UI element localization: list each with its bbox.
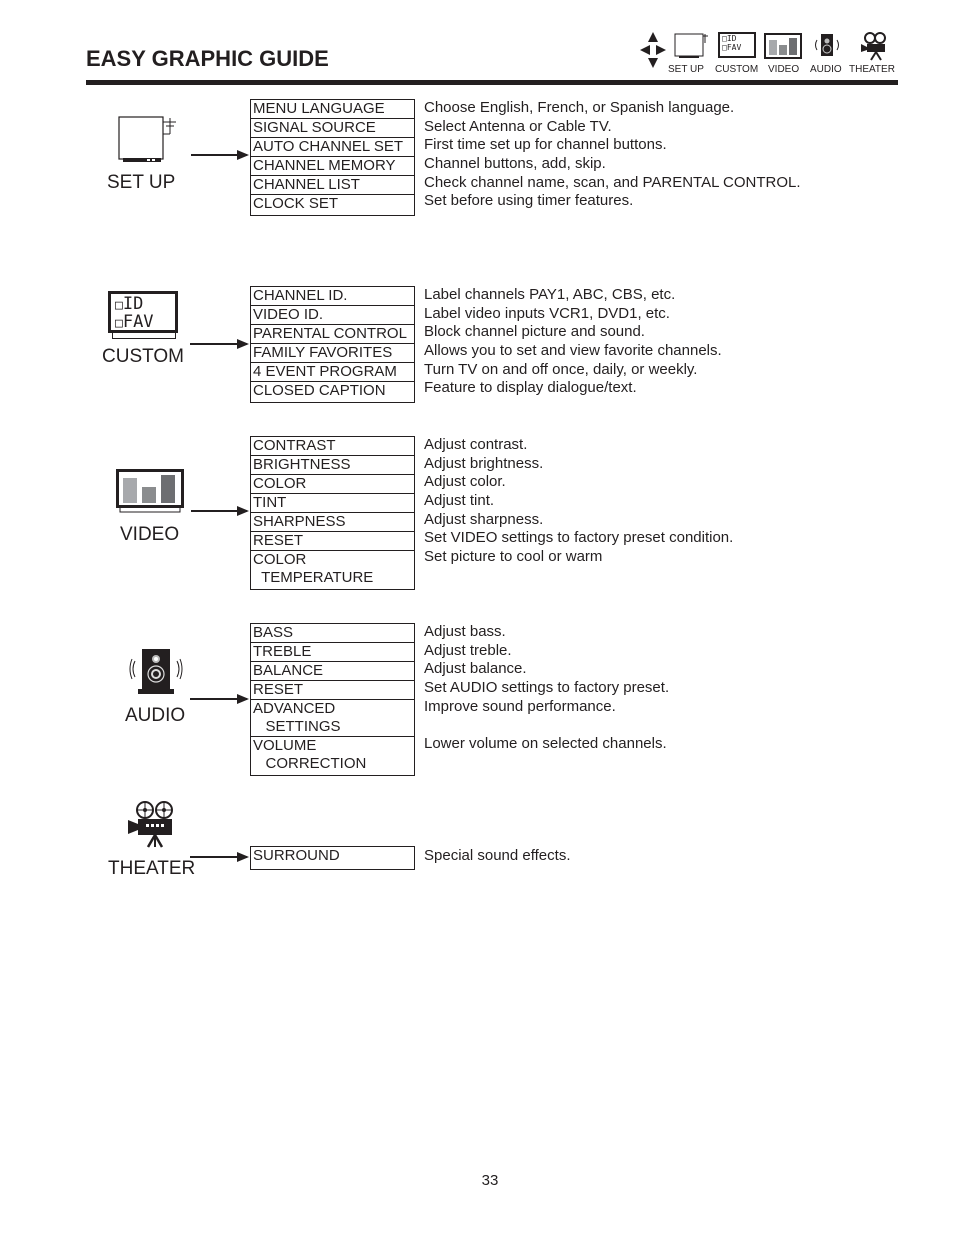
menu-item[interactable]: FAMILY FAVORITES xyxy=(251,343,414,362)
menu-item[interactable]: COLOR xyxy=(251,474,414,493)
item-description: Choose English, French, or Spanish langu… xyxy=(424,99,735,116)
item-description: Set VIDEO settings to factory preset con… xyxy=(424,529,734,547)
nav-label-video: VIDEO xyxy=(768,64,800,75)
item-description: Set AUDIO settings to factory preset. xyxy=(424,679,670,697)
nav-label-audio: AUDIO xyxy=(810,64,842,75)
desc-custom: Label channels PAY1, ABC, CBS, etc. Labe… xyxy=(424,286,722,398)
menu-theater: SURROUND xyxy=(250,846,415,870)
item-description: Adjust color. xyxy=(424,473,506,491)
menu-item[interactable]: BALANCE xyxy=(251,661,414,680)
item-description: Channel buttons, add, skip. xyxy=(424,155,606,173)
menu-item[interactable]: AUTO CHANNEL SET xyxy=(251,137,414,156)
arrow-custom xyxy=(190,339,249,349)
item-description: First time set up for channel buttons. xyxy=(424,136,667,154)
page-title: EASY GRAPHIC GUIDE xyxy=(86,46,329,71)
item-description: Adjust tint. xyxy=(424,492,495,510)
item-description: Lower volume on selected channels. xyxy=(424,735,667,753)
menu-custom: CHANNEL ID. VIDEO ID. PARENTAL CONTROL F… xyxy=(250,286,415,403)
menu-video: CONTRAST BRIGHTNESS COLOR TINT SHARPNESS… xyxy=(250,436,415,590)
icon-id-text: ID xyxy=(122,294,144,314)
menu-item[interactable]: SIGNAL SOURCE xyxy=(251,118,414,137)
menu-item[interactable]: MENU LANGUAGE xyxy=(251,99,414,118)
item-description: Turn TV on and off once, daily, or weekl… xyxy=(424,360,698,378)
menu-item[interactable]: TREBLE xyxy=(251,642,414,661)
title-rule xyxy=(86,80,898,85)
setup-tv-icon xyxy=(674,33,708,58)
item-description: Allows you to set and view favorite chan… xyxy=(424,342,722,360)
menu-item[interactable]: CHANNEL ID. xyxy=(251,286,414,305)
item-description: Set picture to cool or warm xyxy=(424,548,603,566)
nav-label-setup: SET UP xyxy=(668,64,704,75)
video-bars-icon xyxy=(764,33,802,59)
item-description: Adjust treble. xyxy=(424,641,512,659)
arrow-video xyxy=(191,506,249,516)
navigation-arrows-icon xyxy=(640,32,666,68)
setup-tv-icon xyxy=(118,116,176,162)
arrow-audio xyxy=(190,694,249,704)
item-description: Adjust bass. xyxy=(424,623,506,640)
menu-setup: MENU LANGUAGE SIGNAL SOURCE AUTO CHANNEL… xyxy=(250,99,415,216)
item-description: Select Antenna or Cable TV. xyxy=(424,117,612,135)
item-description: Check channel name, scan, and PARENTAL C… xyxy=(424,173,801,191)
section-label-custom: CUSTOM xyxy=(102,346,184,367)
desc-theater: Special sound effects. xyxy=(424,847,570,866)
item-description: Adjust balance. xyxy=(424,660,527,678)
menu-item[interactable]: VOLUME CORRECTION xyxy=(251,736,414,775)
desc-audio: Adjust bass. Adjust treble. Adjust balan… xyxy=(424,623,669,754)
menu-item[interactable]: CHANNEL LIST xyxy=(251,175,414,194)
custom-id-fav-icon: □ID □FAV xyxy=(108,291,178,333)
custom-id-fav-icon: □ID □FAV xyxy=(718,32,756,58)
arrow-theater xyxy=(190,852,249,862)
audio-speaker-icon xyxy=(129,649,183,694)
menu-item[interactable]: RESET xyxy=(251,531,414,550)
menu-item[interactable]: RESET xyxy=(251,680,414,699)
theater-camera-icon xyxy=(861,32,886,61)
item-description: Adjust brightness. xyxy=(424,454,544,472)
video-bars-icon xyxy=(116,469,184,513)
menu-item[interactable]: VIDEO ID. xyxy=(251,305,414,324)
item-description: Feature to display dialogue/text. xyxy=(424,379,637,397)
menu-item[interactable]: ADVANCED SETTINGS xyxy=(251,699,414,736)
icon-fav-text: FAV xyxy=(122,312,154,332)
item-description: Label video inputs VCR1, DVD1, etc. xyxy=(424,304,670,322)
theater-camera-icon xyxy=(128,801,173,848)
desc-setup: Choose English, French, or Spanish langu… xyxy=(424,99,801,211)
desc-video: Adjust contrast. Adjust brightness. Adju… xyxy=(424,436,733,567)
menu-audio: BASS TREBLE BALANCE RESET ADVANCED SETTI… xyxy=(250,623,415,776)
icon-id-text: ID xyxy=(726,34,737,43)
menu-item[interactable]: CONTRAST xyxy=(251,436,414,455)
menu-item[interactable]: CLOCK SET xyxy=(251,194,414,215)
arrow-setup xyxy=(191,150,249,160)
nav-label-theater: THEATER xyxy=(849,64,895,75)
nav-label-custom: CUSTOM xyxy=(715,64,759,75)
item-description: Set before using timer features. xyxy=(424,192,634,210)
item-description: Label channels PAY1, ABC, CBS, etc. xyxy=(424,286,676,303)
item-description: Improve sound performance. xyxy=(424,697,616,715)
menu-item[interactable]: PARENTAL CONTROL xyxy=(251,324,414,343)
item-description: Block channel picture and sound. xyxy=(424,323,645,341)
item-description: Adjust sharpness. xyxy=(424,510,544,528)
custom-icon-stand xyxy=(112,333,176,339)
menu-item[interactable]: SURROUND xyxy=(251,846,414,869)
page-number: 33 xyxy=(481,1172,499,1189)
menu-item[interactable]: CHANNEL MEMORY xyxy=(251,156,414,175)
menu-item[interactable]: 4 EVENT PROGRAM xyxy=(251,362,414,381)
menu-item[interactable]: CLOSED CAPTION xyxy=(251,381,414,402)
item-description: Adjust contrast. xyxy=(424,436,528,453)
section-label-audio: AUDIO xyxy=(125,705,186,726)
section-label-video: VIDEO xyxy=(120,524,180,545)
menu-item[interactable]: SHARPNESS xyxy=(251,512,414,531)
section-label-theater: THEATER xyxy=(108,858,196,879)
menu-item[interactable]: BRIGHTNESS xyxy=(251,455,414,474)
menu-item[interactable]: TINT xyxy=(251,493,414,512)
header-icon-strip: □ID □FAV SET UP CUSTOM VIDEO AUDIO THEAT… xyxy=(640,30,900,78)
menu-item[interactable]: BASS xyxy=(251,623,414,642)
icon-fav-text: FAV xyxy=(726,43,742,52)
section-label-setup: SET UP xyxy=(107,172,176,193)
audio-speaker-icon xyxy=(815,34,839,56)
item-description: Special sound effects. xyxy=(424,847,571,864)
menu-item[interactable]: COLOR TEMPERATURE xyxy=(251,550,414,589)
